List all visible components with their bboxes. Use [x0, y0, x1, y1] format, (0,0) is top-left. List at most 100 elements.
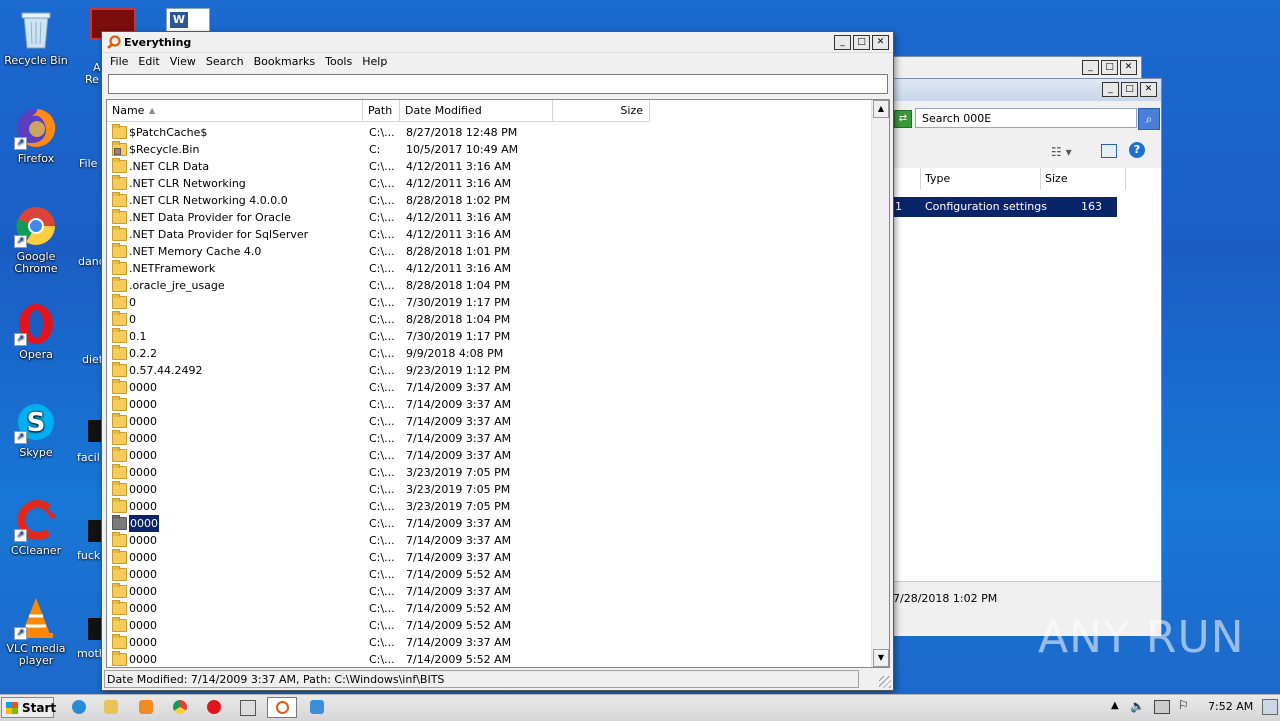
- result-row[interactable]: .NET Memory Cache 4.0 C:\... 8/28/2018 1:0…: [107, 243, 869, 260]
- result-row[interactable]: .NET Data Provider for Oracle C:\... 4/12/…: [107, 209, 869, 226]
- column-header-path[interactable]: Path: [363, 100, 400, 122]
- help-icon[interactable]: ?: [1129, 142, 1145, 158]
- result-row[interactable]: 0000 C:\... 3/23/2019 7:05 PM: [107, 498, 869, 515]
- desktop-icon-chrome[interactable]: ↗ Google Chrome: [0, 204, 72, 275]
- result-row[interactable]: $PatchCache$ C:\... 8/27/2018 12:48 PM: [107, 124, 869, 141]
- everything-titlebar[interactable]: Everything _ □ ✕: [102, 32, 893, 53]
- result-row[interactable]: 0000 C:\... 7/14/2009 5:52 AM: [107, 617, 869, 634]
- result-name: 0000: [129, 398, 157, 411]
- desktop-icon-opera[interactable]: ↗ Opera: [0, 302, 72, 361]
- taskbar-explorer[interactable]: [96, 697, 126, 718]
- result-row[interactable]: .oracle_jre_usage C:\... 8/28/2018 1:04 PM: [107, 277, 869, 294]
- result-row[interactable]: 0 C:\... 8/28/2018 1:04 PM: [107, 311, 869, 328]
- search-icon[interactable]: ⌕: [1138, 108, 1160, 130]
- result-row[interactable]: 0000 C:\... 7/14/2009 3:37 AM: [107, 413, 869, 430]
- result-row[interactable]: .NETFramework C:\... 4/12/2011 3:16 AM: [107, 260, 869, 277]
- result-row[interactable]: 0000 C:\... 7/14/2009 3:37 AM: [107, 379, 869, 396]
- column-header-size[interactable]: Size: [553, 100, 650, 122]
- result-row[interactable]: 0.1 C:\... 7/30/2019 1:17 PM: [107, 328, 869, 345]
- minimize-button[interactable]: _: [1082, 60, 1099, 75]
- vertical-scrollbar[interactable]: ▲ ▼: [871, 100, 889, 667]
- result-row[interactable]: 0000 C:\... 3/23/2019 7:05 PM: [107, 464, 869, 481]
- result-row[interactable]: 0000 C:\... 7/14/2009 3:37 AM: [107, 634, 869, 651]
- result-row[interactable]: .NET Data Provider for SqlServer C:\... 4/…: [107, 226, 869, 243]
- start-button[interactable]: Start: [1, 697, 56, 718]
- result-name: .NET Data Provider for Oracle: [129, 211, 291, 224]
- close-button[interactable]: ✕: [1140, 82, 1157, 97]
- minimize-button[interactable]: _: [1102, 82, 1119, 97]
- result-row[interactable]: 0000 C:\... 3/23/2019 7:05 PM: [107, 481, 869, 498]
- column-header-name[interactable]: Name ▲: [107, 100, 363, 122]
- close-button[interactable]: ✕: [872, 35, 889, 50]
- taskbar-opera[interactable]: [199, 697, 229, 718]
- result-row[interactable]: 0000 C:\... 7/14/2009 5:52 AM: [107, 651, 869, 667]
- desktop-icon-firefox[interactable]: ↗ Firefox: [0, 106, 72, 165]
- scroll-up-button[interactable]: ▲: [873, 100, 889, 118]
- action-center-icon[interactable]: ⚐: [1178, 698, 1189, 712]
- result-row[interactable]: 0000 C:\... 7/14/2009 3:37 AM: [107, 583, 869, 600]
- maximize-button[interactable]: □: [1121, 82, 1138, 97]
- result-row[interactable]: 0 C:\... 7/30/2019 1:17 PM: [107, 294, 869, 311]
- tray-expand-icon[interactable]: ▲: [1111, 700, 1119, 711]
- minimize-button[interactable]: _: [834, 35, 851, 50]
- result-row[interactable]: 0000 C:\... 7/14/2009 5:52 AM: [107, 566, 869, 583]
- preview-pane-icon[interactable]: [1101, 144, 1117, 158]
- explorer-window-back[interactable]: _ □ ✕: [892, 56, 1142, 80]
- close-button[interactable]: ✕: [1120, 60, 1137, 75]
- desktop-icon-vlc[interactable]: ↗ VLC media player: [0, 596, 72, 667]
- view-options-icon[interactable]: ☷ ▾: [1051, 145, 1072, 159]
- result-row[interactable]: .NET CLR Networking 4.0.0.0 C:\... 8/28/20…: [107, 192, 869, 209]
- result-row[interactable]: 0000 C:\... 7/14/2009 5:52 AM: [107, 600, 869, 617]
- clock[interactable]: 7:52 AM: [1208, 700, 1253, 713]
- refresh-button[interactable]: ⇄: [894, 110, 912, 128]
- taskbar-network-app[interactable]: [302, 697, 332, 718]
- search-input[interactable]: [108, 74, 888, 94]
- explorer-titlebar[interactable]: _ □ ✕: [893, 79, 1161, 101]
- status-bar: Date Modified: 7/14/2009 3:37 AM, Path: …: [104, 670, 859, 688]
- result-name: 0000: [129, 483, 157, 496]
- desktop-icon-skype[interactable]: S ↗ Skype: [0, 400, 72, 459]
- results-list[interactable]: Name ▲ Path Date Modified Size $PatchCac…: [106, 99, 890, 668]
- result-row[interactable]: .NET CLR Data C:\... 4/12/2011 3:16 AM: [107, 158, 869, 175]
- menu-file[interactable]: File: [106, 53, 134, 71]
- network-tray-icon[interactable]: [1154, 700, 1170, 714]
- taskbar-ie[interactable]: [64, 697, 94, 718]
- volume-icon[interactable]: 🔈: [1130, 699, 1145, 713]
- explorer-file-row-selected[interactable]: 1 Configuration settings 163 KB: [893, 197, 1117, 233]
- menu-help[interactable]: Help: [358, 53, 393, 71]
- maximize-button[interactable]: □: [1101, 60, 1118, 75]
- search-input[interactable]: Search 000E: [915, 108, 1137, 128]
- show-desktop-button[interactable]: [1262, 699, 1278, 715]
- taskbar-app[interactable]: [232, 697, 262, 718]
- result-row[interactable]: 0000 C:\... 7/14/2009 3:37 AM: [107, 396, 869, 413]
- result-path: C:\...: [369, 585, 395, 598]
- menu-view[interactable]: View: [166, 53, 202, 71]
- result-row[interactable]: .NET CLR Networking C:\... 4/12/2011 3:16 …: [107, 175, 869, 192]
- result-row[interactable]: 0000 C:\... 7/14/2009 3:37 AM: [107, 549, 869, 566]
- menu-edit[interactable]: Edit: [134, 53, 165, 71]
- result-row[interactable]: $Recycle.Bin C: 10/5/2017 10:49 AM: [107, 141, 869, 158]
- column-header-size[interactable]: Size: [1040, 168, 1126, 190]
- menu-search[interactable]: Search: [202, 53, 250, 71]
- menu-tools[interactable]: Tools: [321, 53, 358, 71]
- result-row[interactable]: 0000 C:\... 7/14/2009 3:37 AM: [107, 447, 869, 464]
- taskbar-everything[interactable]: [267, 697, 297, 718]
- result-row[interactable]: 0000 C:\... 7/14/2009 3:37 AM: [107, 514, 869, 533]
- menu-bookmarks[interactable]: Bookmarks: [250, 53, 321, 71]
- folder-icon: [112, 634, 127, 649]
- explorer-window[interactable]: _ □ ✕ ⇄ Search 000E ⌕ ☷ ▾ ? Type Size 1 …: [892, 78, 1162, 636]
- result-row[interactable]: 0.2.2 C:\... 9/9/2018 4:08 PM: [107, 345, 869, 362]
- column-header-type[interactable]: Type: [920, 168, 1045, 190]
- taskbar-media-player[interactable]: [131, 697, 161, 718]
- maximize-button[interactable]: □: [853, 35, 870, 50]
- column-header-date[interactable]: Date Modified: [400, 100, 553, 122]
- everything-window[interactable]: Everything _ □ ✕ File Edit View Search B…: [101, 31, 894, 691]
- desktop-icon-recycle-bin[interactable]: Recycle Bin: [0, 8, 72, 67]
- resize-grip[interactable]: [879, 676, 891, 688]
- result-row[interactable]: 0000 C:\... 7/14/2009 3:37 AM: [107, 532, 869, 549]
- desktop-icon-ccleaner[interactable]: ↗ CCleaner: [0, 498, 72, 557]
- taskbar-chrome[interactable]: [165, 697, 195, 718]
- result-row[interactable]: 0000 C:\... 7/14/2009 3:37 AM: [107, 430, 869, 447]
- scroll-down-button[interactable]: ▼: [873, 649, 889, 667]
- result-row[interactable]: 0.57.44.2492 C:\... 9/23/2019 1:12 PM: [107, 362, 869, 379]
